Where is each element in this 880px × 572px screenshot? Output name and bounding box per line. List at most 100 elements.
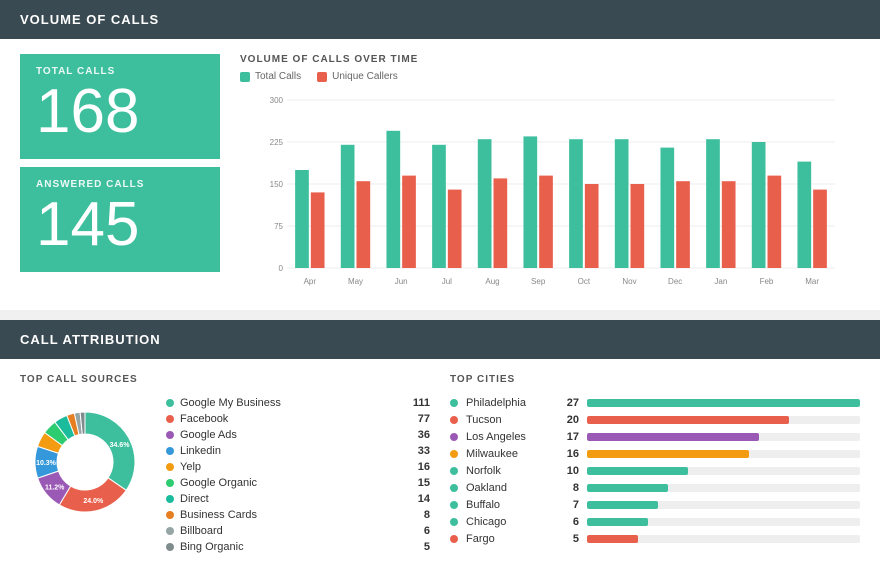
svg-text:75: 75 bbox=[274, 222, 283, 231]
city-count: 5 bbox=[559, 533, 579, 545]
city-count: 8 bbox=[559, 482, 579, 494]
source-row: Yelp 16 bbox=[166, 461, 430, 473]
svg-text:300: 300 bbox=[270, 96, 284, 105]
svg-text:Apr: Apr bbox=[304, 277, 317, 286]
city-dot bbox=[450, 501, 458, 509]
volume-header: VOLUME OF CALLS bbox=[0, 0, 880, 39]
legend-unique: Unique Callers bbox=[317, 71, 398, 82]
city-bar bbox=[587, 399, 860, 407]
source-dot bbox=[166, 463, 174, 471]
svg-text:Nov: Nov bbox=[622, 277, 636, 286]
svg-text:24.0%: 24.0% bbox=[83, 498, 104, 505]
city-count: 10 bbox=[559, 465, 579, 477]
source-dot bbox=[166, 447, 174, 455]
bar-chart-svg: 075150225300AprMayJunJulAugSepOctNovDecJ… bbox=[240, 90, 860, 290]
donut-svg: 34.6%24.0%11.2%10.3% bbox=[20, 397, 150, 527]
call-cities: TOP CITIES Philadelphia 27 Tucson 20 Los… bbox=[450, 374, 860, 557]
source-name: Google Ads bbox=[180, 429, 399, 441]
svg-text:Jun: Jun bbox=[395, 277, 408, 286]
city-bar-wrap bbox=[587, 433, 860, 441]
source-count: 33 bbox=[405, 445, 430, 457]
svg-text:Jan: Jan bbox=[714, 277, 727, 286]
chart-title: VOLUME OF CALLS OVER TIME bbox=[240, 54, 860, 65]
source-row: Facebook 77 bbox=[166, 413, 430, 425]
city-name: Buffalo bbox=[466, 499, 551, 511]
bar-chart: 075150225300AprMayJunJulAugSepOctNovDecJ… bbox=[240, 90, 860, 290]
svg-text:Aug: Aug bbox=[485, 277, 499, 286]
svg-text:Dec: Dec bbox=[668, 277, 682, 286]
source-count: 15 bbox=[405, 477, 430, 489]
city-count: 17 bbox=[559, 431, 579, 443]
svg-text:225: 225 bbox=[270, 138, 284, 147]
source-count: 6 bbox=[405, 525, 430, 537]
svg-text:Oct: Oct bbox=[578, 277, 591, 286]
city-bar-wrap bbox=[587, 484, 860, 492]
total-calls-label: TOTAL CALLS bbox=[36, 66, 204, 77]
city-row: Chicago 6 bbox=[450, 516, 860, 528]
city-dot bbox=[450, 433, 458, 441]
city-dot bbox=[450, 450, 458, 458]
source-count: 111 bbox=[405, 397, 430, 409]
city-row: Tucson 20 bbox=[450, 414, 860, 426]
source-row: Bing Organic 5 bbox=[166, 541, 430, 553]
volume-chart-container: VOLUME OF CALLS OVER TIME Total Calls Un… bbox=[240, 54, 860, 290]
city-row: Buffalo 7 bbox=[450, 499, 860, 511]
cities-title: TOP CITIES bbox=[450, 374, 860, 385]
source-count: 8 bbox=[405, 509, 430, 521]
city-name: Philadelphia bbox=[466, 397, 551, 409]
city-bar bbox=[587, 501, 658, 509]
attribution-header: CALL ATTRIBUTION bbox=[0, 320, 880, 359]
city-row: Milwaukee 16 bbox=[450, 448, 860, 460]
city-bar-wrap bbox=[587, 501, 860, 509]
svg-text:Sep: Sep bbox=[531, 277, 546, 286]
volume-title: VOLUME OF CALLS bbox=[20, 12, 159, 27]
city-count: 7 bbox=[559, 499, 579, 511]
city-dot bbox=[450, 399, 458, 407]
city-name: Chicago bbox=[466, 516, 551, 528]
answered-calls-label: ANSWERED CALLS bbox=[36, 179, 204, 190]
source-name: Google My Business bbox=[180, 397, 399, 409]
volume-section: VOLUME OF CALLS TOTAL CALLS 168 ANSWERED… bbox=[0, 0, 880, 310]
city-bar bbox=[587, 433, 759, 441]
city-count: 27 bbox=[559, 397, 579, 409]
source-count: 16 bbox=[405, 461, 430, 473]
city-bar bbox=[587, 467, 688, 475]
city-count: 16 bbox=[559, 448, 579, 460]
source-name: Billboard bbox=[180, 525, 399, 537]
source-row: Direct 14 bbox=[166, 493, 430, 505]
city-bar-wrap bbox=[587, 518, 860, 526]
donut-chart: 34.6%24.0%11.2%10.3% bbox=[20, 397, 150, 527]
source-dot bbox=[166, 511, 174, 519]
source-dot bbox=[166, 543, 174, 551]
legend-total: Total Calls bbox=[240, 71, 301, 82]
legend-unique-dot bbox=[317, 72, 327, 82]
svg-text:34.6%: 34.6% bbox=[110, 442, 131, 449]
attribution-section: CALL ATTRIBUTION TOP CALL SOURCES 34.6%2… bbox=[0, 320, 880, 572]
city-bar-wrap bbox=[587, 416, 860, 424]
source-row: Google Ads 36 bbox=[166, 429, 430, 441]
city-row: Oakland 8 bbox=[450, 482, 860, 494]
source-dot bbox=[166, 479, 174, 487]
city-bar-wrap bbox=[587, 535, 860, 543]
city-bar bbox=[587, 416, 789, 424]
stat-cards: TOTAL CALLS 168 ANSWERED CALLS 145 bbox=[20, 54, 220, 290]
chart-legend: Total Calls Unique Callers bbox=[240, 71, 860, 82]
source-dot bbox=[166, 431, 174, 439]
call-sources: TOP CALL SOURCES 34.6%24.0%11.2%10.3% Go… bbox=[20, 374, 430, 557]
svg-text:Mar: Mar bbox=[805, 277, 819, 286]
answered-calls-card: ANSWERED CALLS 145 bbox=[20, 167, 220, 272]
source-row: Linkedin 33 bbox=[166, 445, 430, 457]
source-name: Direct bbox=[180, 493, 399, 505]
source-count: 77 bbox=[405, 413, 430, 425]
svg-text:10.3%: 10.3% bbox=[36, 460, 57, 467]
city-bar-wrap bbox=[587, 399, 860, 407]
source-name: Linkedin bbox=[180, 445, 399, 457]
source-name: Google Organic bbox=[180, 477, 399, 489]
city-bar-wrap bbox=[587, 450, 860, 458]
city-name: Oakland bbox=[466, 482, 551, 494]
svg-text:Jul: Jul bbox=[442, 277, 452, 286]
source-row: Google My Business 111 bbox=[166, 397, 430, 409]
legend-unique-label: Unique Callers bbox=[332, 71, 398, 82]
svg-text:Feb: Feb bbox=[760, 277, 774, 286]
city-name: Los Angeles bbox=[466, 431, 551, 443]
